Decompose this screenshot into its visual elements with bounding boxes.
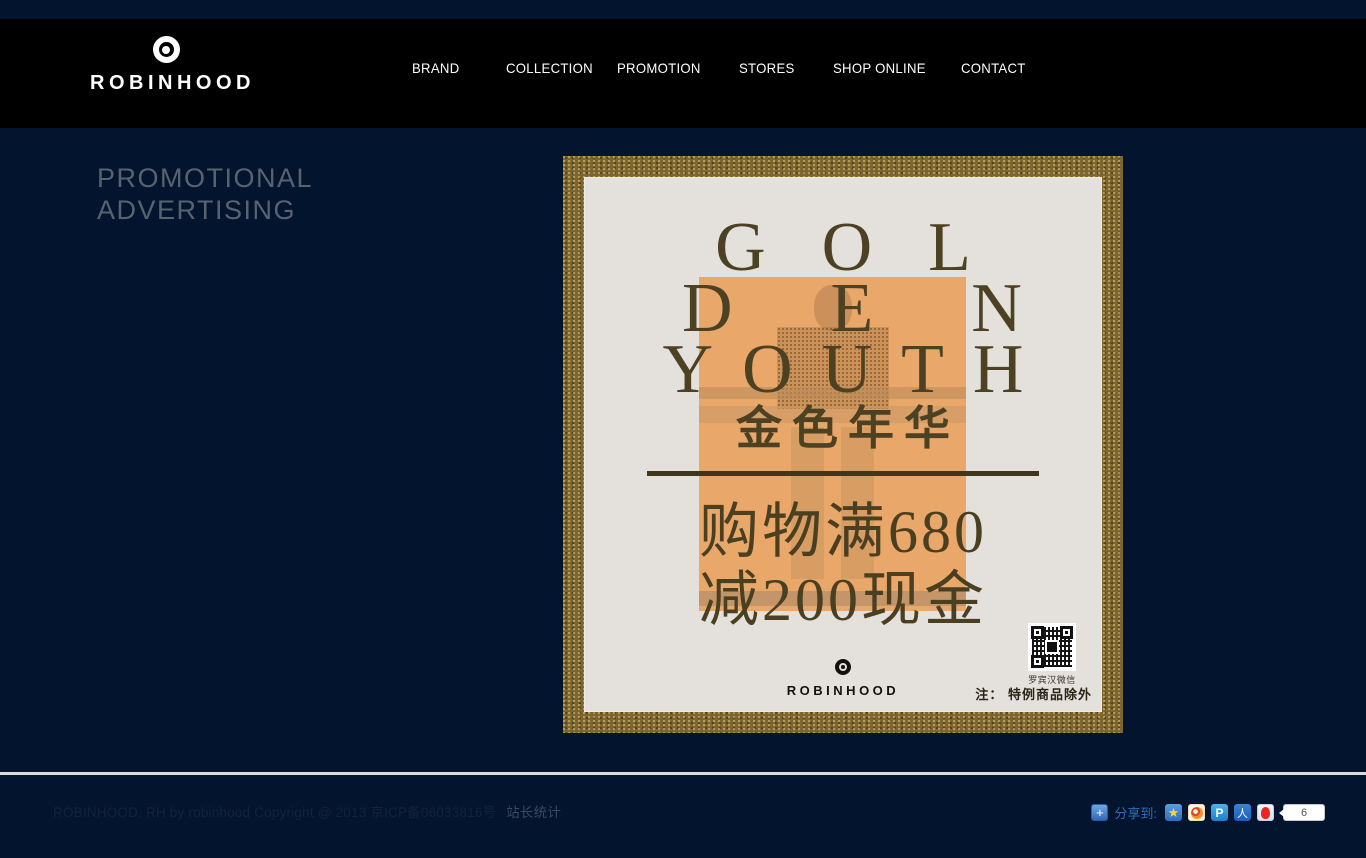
page-title: PROMOTIONAL ADVERTISING	[97, 162, 313, 226]
main-content: PROMOTIONAL ADVERTISING GOL DEN YOUTH	[0, 128, 1366, 772]
nav-item-brand[interactable]: BRAND	[412, 60, 459, 76]
share-label: 分享到:	[1114, 803, 1157, 822]
share-plus-icon[interactable]: +	[1091, 804, 1108, 821]
brand-logo[interactable]: ROBINHOOD	[90, 36, 242, 95]
target-icon	[835, 659, 851, 675]
site-header: ROBINHOOD BRAND COLLECTION PROMOTION STO…	[0, 19, 1366, 128]
share-count-value: 6	[1301, 807, 1307, 819]
nav-item-promotion[interactable]: PROMOTION	[617, 60, 701, 76]
sina-weibo-icon[interactable]	[1188, 804, 1205, 821]
nav-item-collection[interactable]: COLLECTION	[506, 60, 593, 76]
qzone-icon[interactable]: ★	[1165, 804, 1182, 821]
nav-item-stores[interactable]: STORES	[739, 60, 795, 76]
divider-line	[647, 471, 1039, 476]
poster-title-line: GOL	[584, 217, 1102, 278]
baidu-space-icon[interactable]	[1257, 804, 1274, 821]
poster-title-line: DEN	[584, 278, 1102, 339]
share-count-bubble[interactable]: 6	[1283, 804, 1325, 821]
site-footer: ROBINHOOD. RH by robinhood Copyright @ 2…	[0, 775, 1366, 858]
copyright-text: ROBINHOOD. RH by robinhood Copyright @ 2…	[53, 805, 496, 820]
qr-code-icon	[1028, 623, 1076, 671]
promo-poster[interactable]: GOL DEN YOUTH 金色年华 购物满680 减200现金 ROBINHO…	[563, 156, 1123, 733]
nav-item-shop-online[interactable]: SHOP ONLINE	[833, 60, 926, 76]
pengyou-icon[interactable]: P	[1211, 804, 1228, 821]
share-bar: + 分享到: ★ P 人 6	[1091, 803, 1325, 822]
poster-subtitle-cn: 金色年华	[584, 404, 1102, 454]
poster-paper: GOL DEN YOUTH 金色年华 购物满680 减200现金 ROBINHO…	[584, 177, 1102, 712]
page-title-line1: PROMOTIONAL	[97, 162, 313, 194]
offer-line1: 购物满680	[584, 498, 1102, 566]
page-title-line2: ADVERTISING	[97, 194, 313, 226]
poster-text: GOL DEN YOUTH 金色年华 购物满680 减200现金	[584, 177, 1102, 634]
site-stats-link[interactable]: 站长统计	[506, 805, 561, 820]
wechat-qr-block: 罗宾汉微信	[1024, 623, 1080, 686]
target-icon	[153, 36, 180, 63]
bubble-notch	[1279, 809, 1284, 817]
brand-name: ROBINHOOD	[90, 72, 242, 95]
page: ROBINHOOD BRAND COLLECTION PROMOTION STO…	[0, 0, 1366, 858]
weibo-eye-glyph	[1191, 807, 1203, 819]
poster-title-line: YOUTH	[584, 339, 1102, 400]
baidu-mascot-glyph	[1261, 807, 1270, 819]
poster-note: 注： 特例商品除外	[975, 684, 1092, 703]
nav-item-contact[interactable]: CONTACT	[961, 60, 1026, 76]
renren-icon[interactable]: 人	[1234, 804, 1251, 821]
copyright: ROBINHOOD. RH by robinhood Copyright @ 2…	[53, 801, 561, 821]
